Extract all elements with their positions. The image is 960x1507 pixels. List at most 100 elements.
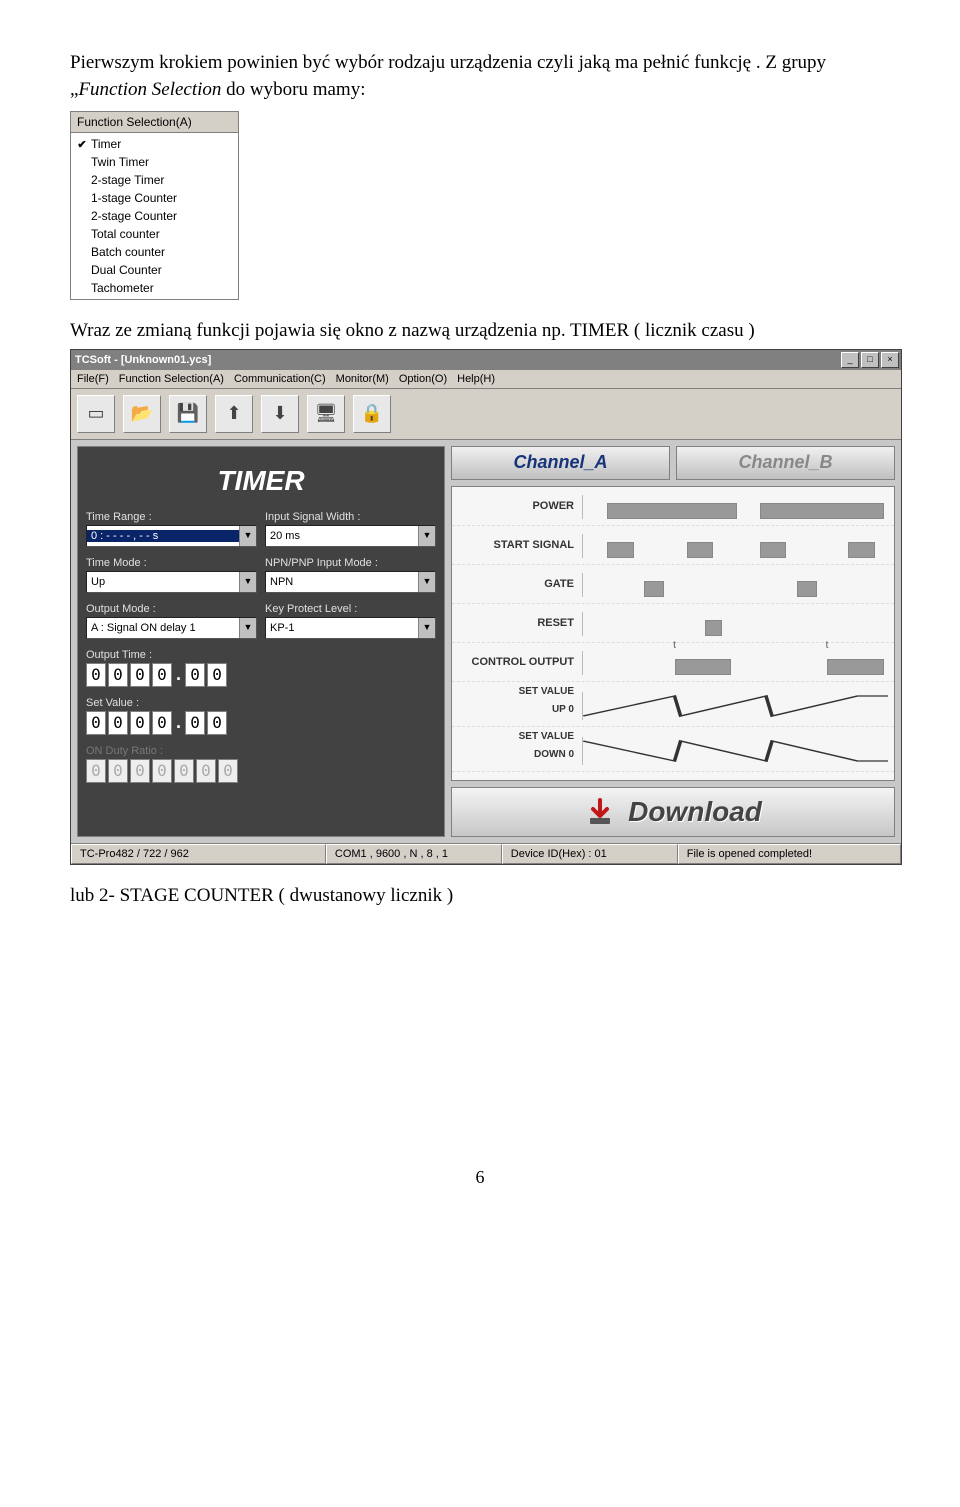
combo-npn-pnp-input-mode-[interactable]: NPN▼ (265, 571, 436, 593)
digit-cell[interactable]: 0 (108, 663, 128, 687)
function-item-2-stage-timer[interactable]: 2-stage Timer (71, 171, 238, 189)
minimize-button[interactable]: _ (841, 352, 859, 368)
pulse (760, 542, 786, 558)
digit-cell[interactable]: 0 (130, 663, 150, 687)
combo-time-mode-[interactable]: Up▼ (86, 571, 257, 593)
function-item-2-stage-counter[interactable]: 2-stage Counter (71, 207, 238, 225)
function-item-label: Total counter (87, 227, 160, 241)
pulse (644, 581, 664, 597)
diagram-row-power: POWER (452, 487, 894, 526)
digits-output-time-: 0000.00 (86, 663, 257, 687)
diagram-track (582, 573, 888, 597)
page-number: 6 (70, 1167, 890, 1188)
function-item-label: Timer (87, 137, 121, 151)
function-item-label: Batch counter (87, 245, 165, 259)
intro-paragraph: Pierwszym krokiem powinien być wybór rod… (70, 50, 890, 103)
digit-cell[interactable]: 0 (207, 663, 227, 687)
diagram-ramp-down: SET VALUEDOWN 0 (452, 727, 894, 772)
t-marker: t (673, 640, 676, 651)
monitor-icon[interactable]: 🖥 (307, 395, 345, 433)
menu-helph[interactable]: Help(H) (457, 373, 495, 385)
menu-filef[interactable]: File(F) (77, 373, 109, 385)
function-item-dual-counter[interactable]: Dual Counter (71, 261, 238, 279)
field-label: Key Protect Level : (265, 603, 436, 615)
diagram-track (582, 534, 888, 558)
diagram-row-start-signal: START SIGNAL (452, 526, 894, 565)
combo-key-protect-level-[interactable]: KP-1▼ (265, 617, 436, 639)
digit-cell[interactable]: 0 (185, 711, 205, 735)
digit-cell: 0 (152, 759, 172, 783)
menu-monitorm[interactable]: Monitor(M) (336, 373, 389, 385)
download-arrow-icon (584, 796, 616, 828)
combo-input-signal-width-[interactable]: 20 ms▼ (265, 525, 436, 547)
pulse (797, 581, 817, 597)
new-icon[interactable]: ▭ (77, 395, 115, 433)
combo-value: 0 : - - - - , - - s (87, 530, 239, 542)
combo-output-mode-[interactable]: A : Signal ON delay 1▼ (86, 617, 257, 639)
lock-icon[interactable]: 🔒 (353, 395, 391, 433)
status-file: File is opened completed! (678, 844, 901, 864)
function-item-tachometer[interactable]: Tachometer (71, 279, 238, 297)
diagram-track (582, 737, 888, 765)
menu-optiono[interactable]: Option(O) (399, 373, 447, 385)
window-controls: _ □ × (841, 352, 899, 368)
save-icon[interactable]: 💾 (169, 395, 207, 433)
mid-paragraph: Wraz ze zmianą funkcji pojawia się okno … (70, 318, 890, 345)
channel-b-button[interactable]: Channel_B (676, 446, 895, 480)
digit-cell[interactable]: 0 (152, 663, 172, 687)
status-com: COM1 , 9600 , N , 8 , 1 (326, 844, 502, 864)
function-item-1-stage-counter[interactable]: 1-stage Counter (71, 189, 238, 207)
digit-cell[interactable]: 0 (185, 663, 205, 687)
function-item-total-counter[interactable]: Total counter (71, 225, 238, 243)
titlebar: TCSoft - [Unknown01.ycs] _ □ × (71, 350, 901, 370)
pulse (675, 659, 732, 675)
function-item-label: 2-stage Counter (87, 209, 177, 223)
chevron-down-icon: ▼ (239, 526, 256, 546)
diagram-row-label: START SIGNAL (452, 539, 582, 551)
pulse (827, 659, 884, 675)
download-label: Download (628, 796, 762, 828)
diagram-row-gate: GATE (452, 565, 894, 604)
function-item-label: Tachometer (87, 281, 154, 295)
ramp-label: DOWN 0 (452, 749, 578, 760)
upload-icon[interactable]: ⬆ (215, 395, 253, 433)
function-selection-list: ✔TimerTwin Timer 2-stage Timer 1-stage Cou… (71, 133, 238, 299)
maximize-button[interactable]: □ (861, 352, 879, 368)
function-item-timer[interactable]: ✔Timer (71, 135, 238, 153)
digit-cell[interactable]: 0 (130, 711, 150, 735)
diagram-row-label: RESET (452, 617, 582, 629)
menu-functionselectiona[interactable]: Function Selection(A) (119, 373, 224, 385)
status-device: TC-Pro482 / 722 / 962 (71, 844, 326, 864)
field-label: Time Range : (86, 511, 257, 523)
diagram-row-control-output: CONTROL OUTPUTtt (452, 643, 894, 682)
field-label: NPN/PNP Input Mode : (265, 557, 436, 569)
diagram-track: tt (582, 651, 888, 675)
menu-communicationc[interactable]: Communication(C) (234, 373, 326, 385)
open-icon[interactable]: 📂 (123, 395, 161, 433)
combo-time-range-[interactable]: 0 : - - - - , - - s▼ (86, 525, 257, 547)
digit-cell[interactable]: 0 (108, 711, 128, 735)
intro-text-2: do wyboru mamy: (221, 79, 365, 100)
field-label: ON Duty Ratio : (86, 745, 257, 757)
digit-cell[interactable]: 0 (152, 711, 172, 735)
digit-cell[interactable]: 0 (207, 711, 227, 735)
function-item-twin-timer[interactable]: Twin Timer (71, 153, 238, 171)
digits-set-value-: 0000.00 (86, 711, 257, 735)
function-item-batch-counter[interactable]: Batch counter (71, 243, 238, 261)
channel-a-button[interactable]: Channel_A (451, 446, 670, 480)
download-icon[interactable]: ⬇ (261, 395, 299, 433)
field-label: Output Time : (86, 649, 257, 661)
download-button[interactable]: Download (451, 787, 895, 837)
decimal-dot: . (174, 664, 183, 685)
close-button[interactable]: × (881, 352, 899, 368)
function-item-label: 2-stage Timer (87, 173, 164, 187)
status-id: Device ID(Hex) : 01 (502, 844, 678, 864)
pulse (607, 503, 737, 519)
combo-value: NPN (266, 576, 418, 588)
pulse (760, 503, 884, 519)
digit-cell[interactable]: 0 (86, 663, 106, 687)
field-label: Time Mode : (86, 557, 257, 569)
toolbar: ▭📂💾⬆⬇🖥🔒 (71, 389, 901, 440)
digit-cell[interactable]: 0 (86, 711, 106, 735)
digit-cell: 0 (196, 759, 216, 783)
